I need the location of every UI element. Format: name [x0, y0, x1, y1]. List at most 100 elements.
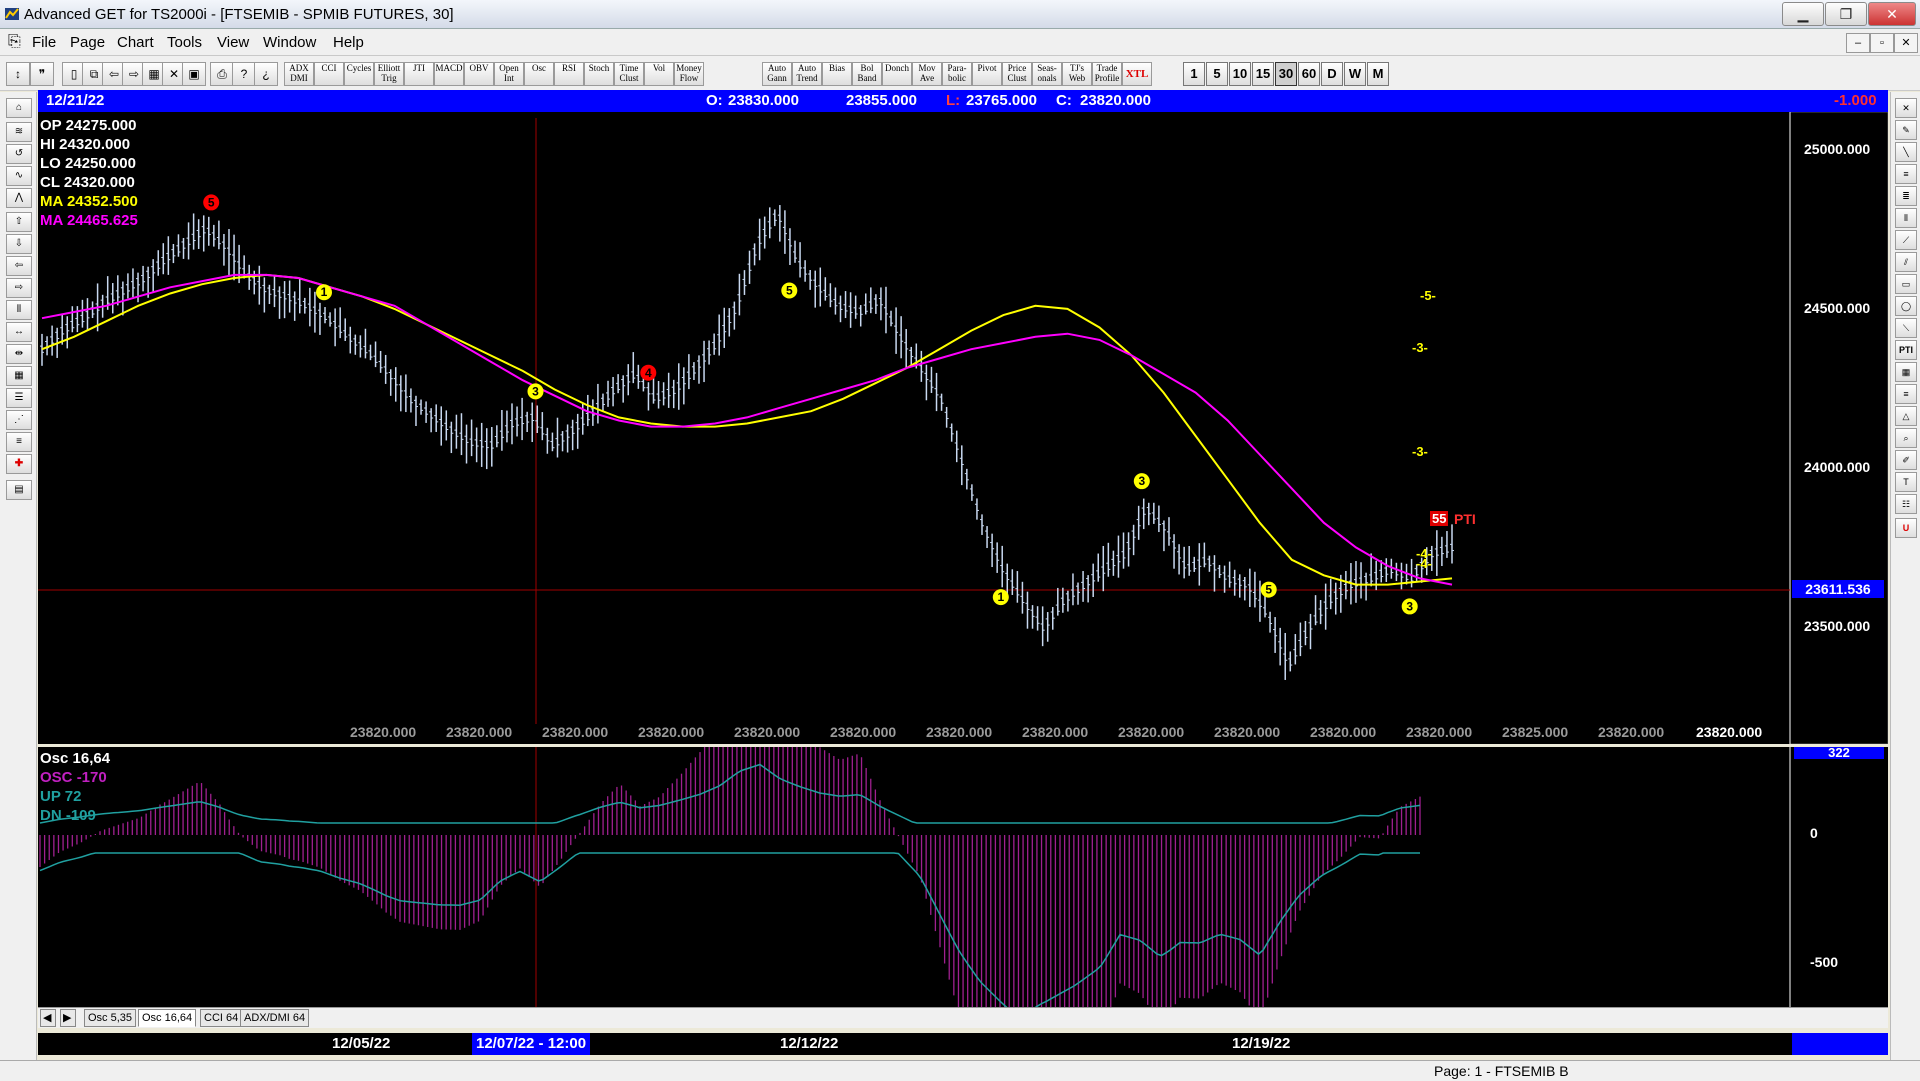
- arrow-left-icon[interactable]: ⇦: [6, 256, 32, 276]
- study-bias[interactable]: Bias: [822, 62, 852, 86]
- mdi-restore-button[interactable]: ▫: [1870, 33, 1894, 53]
- fib-ext-icon[interactable]: ≣: [1895, 186, 1917, 206]
- box-icon[interactable]: ▭: [1895, 274, 1917, 294]
- study-xtl[interactable]: XTL: [1122, 62, 1152, 86]
- timeframe-w[interactable]: W: [1344, 62, 1366, 86]
- timeframe-30[interactable]: 30: [1275, 62, 1297, 86]
- study-cci[interactable]: CCI: [314, 62, 344, 86]
- menu-tools[interactable]: Tools: [167, 34, 202, 51]
- study-bol-band[interactable]: Bol Band: [852, 62, 882, 86]
- reset-icon[interactable]: ↺: [6, 144, 32, 164]
- undo-icon[interactable]: U: [1895, 518, 1917, 538]
- pti-icon[interactable]: PTI: [1895, 340, 1917, 360]
- timeframe-10[interactable]: 10: [1229, 62, 1251, 86]
- timeframe-1[interactable]: 1: [1183, 62, 1205, 86]
- tab-osc-5-35[interactable]: Osc 5,35: [84, 1009, 137, 1027]
- study-adx-dmi[interactable]: ADX DMI: [284, 62, 314, 86]
- mob-icon[interactable]: ≡: [1895, 384, 1917, 404]
- study-auto-gann[interactable]: Auto Gann: [762, 62, 792, 86]
- fib-icon[interactable]: ≡: [6, 432, 32, 452]
- open-icon[interactable]: ⌂: [6, 98, 32, 118]
- list-icon[interactable]: ☷: [1895, 494, 1917, 514]
- fan-icon[interactable]: ⟋: [1895, 230, 1917, 250]
- compress-icon[interactable]: ⇹: [6, 344, 32, 364]
- bars-icon[interactable]: ⫴: [6, 300, 32, 320]
- grid-tool-icon[interactable]: ▦: [1895, 362, 1917, 382]
- timeframe-60[interactable]: 60: [1298, 62, 1320, 86]
- oscillator-panel[interactable]: Osc 16,64 OSC -170 UP 72 DN -109 322 0 -…: [38, 747, 1888, 1007]
- oscillator-svg[interactable]: [38, 747, 1888, 1007]
- table-icon[interactable]: ▦: [6, 366, 32, 386]
- price-chart-svg[interactable]: 5 1 3 4 5 1 3 5 3: [38, 112, 1888, 744]
- fib-ret-icon[interactable]: ≡: [1895, 164, 1917, 184]
- arrow-right-icon[interactable]: ⇨: [6, 278, 32, 298]
- close-button[interactable]: ✕: [1868, 2, 1916, 26]
- crosshair-icon[interactable]: ✚: [6, 454, 32, 474]
- zigzag-icon[interactable]: ≋: [6, 122, 32, 142]
- study-obv[interactable]: OBV: [464, 62, 494, 86]
- menu-help[interactable]: Help: [333, 34, 364, 51]
- study-seasonals[interactable]: Seas- onals: [1032, 62, 1062, 86]
- arrow-up-icon[interactable]: ⇧: [6, 212, 32, 232]
- study-open-int[interactable]: Open Int: [494, 62, 524, 86]
- tab-adx-dmi-64[interactable]: ADX/DMI 64: [240, 1009, 310, 1027]
- study-osc[interactable]: Osc: [524, 62, 554, 86]
- fib-time-icon[interactable]: ⦀: [1895, 208, 1917, 228]
- print-icon[interactable]: ⎙: [210, 62, 234, 86]
- study-rsi[interactable]: RSI: [554, 62, 584, 86]
- tab-osc-16-64[interactable]: Osc 16,64: [138, 1009, 197, 1027]
- help-icon[interactable]: ¿: [254, 62, 278, 86]
- cursor-icon[interactable]: ↕: [6, 62, 30, 86]
- study-elliott-trig[interactable]: Elliott Trig: [374, 62, 404, 86]
- layout-icon[interactable]: ▣: [182, 62, 206, 86]
- pen-icon[interactable]: ✐: [1895, 450, 1917, 470]
- calculator-icon[interactable]: ▤: [6, 480, 32, 500]
- study-price-clust[interactable]: Price Clust: [1002, 62, 1032, 86]
- tab-scroll-right[interactable]: ▶: [60, 1009, 76, 1027]
- study-icon[interactable]: ∿: [6, 166, 32, 186]
- study-vol[interactable]: Vol: [644, 62, 674, 86]
- delete-icon[interactable]: ✕: [1895, 98, 1917, 118]
- study-stoch[interactable]: Stoch: [584, 62, 614, 86]
- menu-page[interactable]: Page: [70, 34, 105, 51]
- study-pivot[interactable]: Pivot: [972, 62, 1002, 86]
- menu-chart[interactable]: Chart: [117, 34, 154, 51]
- study-donch[interactable]: Donch: [882, 62, 912, 86]
- info-icon[interactable]: ?: [232, 62, 256, 86]
- tab-cci-64[interactable]: CCI 64: [200, 1009, 243, 1027]
- menu-file[interactable]: File: [32, 34, 56, 51]
- menu-view[interactable]: View: [217, 34, 249, 51]
- timeframe-5[interactable]: 5: [1206, 62, 1228, 86]
- study-macd[interactable]: MACD: [434, 62, 464, 86]
- study-parabolic[interactable]: Para- bolic: [942, 62, 972, 86]
- zoom-icon[interactable]: ⌕: [1895, 428, 1917, 448]
- price-chart[interactable]: 5 1 3 4 5 1 3 5 3 OP 24275.000 HI 24320.000 LO 2…: [38, 112, 1888, 744]
- quote-icon[interactable]: ❞: [30, 62, 54, 86]
- gann-icon[interactable]: ⋰: [6, 410, 32, 430]
- timeframe-d[interactable]: D: [1321, 62, 1343, 86]
- line-icon[interactable]: ╲: [1895, 142, 1917, 162]
- tab-scroll-left[interactable]: ◀: [40, 1009, 56, 1027]
- study-time-clust[interactable]: Time Clust: [614, 62, 644, 86]
- study-jti[interactable]: JTI: [404, 62, 434, 86]
- timeframe-15[interactable]: 15: [1252, 62, 1274, 86]
- channel-icon[interactable]: ⫽: [1895, 252, 1917, 272]
- study-cycles[interactable]: Cycles: [344, 62, 374, 86]
- study-auto-trend[interactable]: Auto Trend: [792, 62, 822, 86]
- text-icon[interactable]: T: [1895, 472, 1917, 492]
- elliott-icon[interactable]: ⋀: [6, 188, 32, 208]
- timeframe-m[interactable]: M: [1367, 62, 1389, 86]
- expand-icon[interactable]: ↔: [6, 322, 32, 342]
- study-mov-ave[interactable]: Mov Ave: [912, 62, 942, 86]
- minimize-button[interactable]: ▁: [1782, 2, 1824, 26]
- study-tjs-web[interactable]: TJ's Web: [1062, 62, 1092, 86]
- mdi-minimize-button[interactable]: –: [1846, 33, 1870, 53]
- triangle-icon[interactable]: △: [1895, 406, 1917, 426]
- mdi-close-button[interactable]: ✕: [1894, 33, 1918, 53]
- regression-icon[interactable]: ⟍: [1895, 318, 1917, 338]
- pencil-icon[interactable]: ✎: [1895, 120, 1917, 140]
- maximize-button[interactable]: ❐: [1825, 2, 1867, 26]
- study-money-flow[interactable]: Money Flow: [674, 62, 704, 86]
- ellipse-icon[interactable]: ◯: [1895, 296, 1917, 316]
- arrow-down-icon[interactable]: ⇩: [6, 234, 32, 254]
